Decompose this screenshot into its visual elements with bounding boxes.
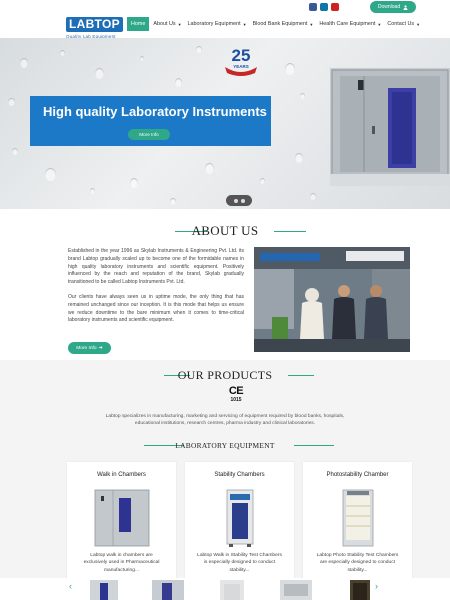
caret-down-icon: ▼ xyxy=(416,21,421,27)
about-title: ABOUT US xyxy=(191,223,259,238)
nav-health-label: Health Care Equipment xyxy=(319,21,376,27)
chevron-right-icon[interactable]: › xyxy=(375,581,378,591)
about-paragraph-1: Established in the year 1996 as Skylab I… xyxy=(68,248,244,286)
hero-slider: 25 YEARS High quality Laboratory Instrum… xyxy=(0,38,450,209)
card-desc-line: is especially designed to conduct xyxy=(203,560,276,566)
card-desc-line: Labtop Photo Stability Test Chambers xyxy=(316,553,399,558)
nav-lab-equipment[interactable]: Laboratory Equipment ▼ xyxy=(188,21,247,27)
carousel-thumbnail[interactable] xyxy=(84,578,124,600)
card-description: Labtop walk in chambers are exclusively … xyxy=(77,552,166,574)
card-title: Walk in Chambers xyxy=(97,472,146,478)
nav-contact-label: Contact Us xyxy=(387,21,415,27)
nav-about-label: About Us xyxy=(153,21,176,27)
chevron-left-icon[interactable]: ‹ xyxy=(69,581,72,591)
nav-home[interactable]: Home xyxy=(127,17,150,31)
divider xyxy=(274,231,306,232)
walk-in-chamber-image xyxy=(330,68,450,186)
divider xyxy=(288,375,314,376)
hero-more-info-button[interactable]: More Info xyxy=(128,129,170,140)
nav-blood-bank[interactable]: Blood Bank Equipment ▼ xyxy=(253,21,314,27)
card-desc-line: Labtop Walk in Stability Test Chambers xyxy=(197,553,282,558)
hero-title: High quality Laboratory Instruments xyxy=(43,104,267,119)
nav-about[interactable]: About Us ▼ xyxy=(153,21,181,27)
card-desc-line: Labtop walk in chambers are xyxy=(90,553,153,558)
caret-down-icon: ▼ xyxy=(242,21,247,27)
lab-equipment-title: LABORATORY EQUIPMENT xyxy=(175,441,275,450)
about-more-info-button[interactable]: More Info ➜ xyxy=(68,342,111,354)
about-paragraph-2: Our clients have always seen us in uptim… xyxy=(68,293,244,324)
card-desc-line: are especially designed to conduct xyxy=(319,560,396,566)
card-desc-line: manufacturing... xyxy=(103,567,140,573)
youtube-icon[interactable] xyxy=(331,3,339,11)
social-links xyxy=(309,3,339,11)
nav-blood-label: Blood Bank Equipment xyxy=(252,21,308,27)
about-more-info-label: More Info xyxy=(76,345,97,351)
slider-dot[interactable] xyxy=(240,198,245,203)
about-event-photo xyxy=(254,247,410,352)
card-title: Stability Chambers xyxy=(214,472,265,478)
card-description: Labtop Photo Stability Test Chambers are… xyxy=(313,552,402,574)
facebook-icon[interactable] xyxy=(309,3,317,11)
hero-more-info-label: More Info xyxy=(139,132,159,137)
anniversary-number: 25 xyxy=(232,46,251,65)
anniversary-word: YEARS xyxy=(233,64,249,69)
caret-down-icon: ▼ xyxy=(309,21,314,27)
slider-dot[interactable] xyxy=(233,198,238,203)
card-title: Photostability Chamber xyxy=(326,472,389,478)
arrow-right-icon: ➜ xyxy=(98,345,103,351)
carousel-thumbnail[interactable] xyxy=(212,578,252,600)
anniversary-badge: 25 YEARS xyxy=(225,46,257,76)
ce-mark: CE 1015 xyxy=(226,385,246,404)
nav-contact[interactable]: Contact Us ▼ xyxy=(387,21,420,27)
products-title: OUR PRODUCTS xyxy=(177,368,273,382)
product-carousel: ‹ › xyxy=(0,578,450,600)
stability-chamber-image xyxy=(226,489,254,547)
carousel-thumbnail[interactable] xyxy=(148,578,188,600)
labtop-logo[interactable]: LABTOP Quality Lab Equipment xyxy=(66,15,124,39)
nav-lab-label: Laboratory Equipment xyxy=(187,21,241,27)
main-nav: Home About Us ▼ Laboratory Equipment ▼ Blo… xyxy=(127,17,426,31)
card-desc-line: exclusively used in Pharmaceutical xyxy=(83,560,160,566)
slider-dots[interactable] xyxy=(226,195,252,206)
user-icon xyxy=(403,4,408,10)
photostability-chamber-image xyxy=(342,489,374,547)
walk-in-chamber-image xyxy=(94,489,150,547)
card-desc-line: stability... xyxy=(347,567,368,573)
logo-text: LABTOP xyxy=(66,17,123,32)
ce-mark-text: CE xyxy=(228,385,244,397)
card-description: Labtop Walk in Stability Test Chambers i… xyxy=(195,552,284,574)
nav-home-label: Home xyxy=(131,21,146,27)
products-description: Labtop specializes in manufacturing, mar… xyxy=(105,414,345,427)
ce-number: 1015 xyxy=(230,397,242,403)
caret-down-icon: ▼ xyxy=(377,21,382,27)
caret-down-icon: ▼ xyxy=(177,21,182,27)
carousel-thumbnail[interactable] xyxy=(340,578,380,600)
page: LABTOP Quality Lab Equipment Download Ho… xyxy=(0,0,450,600)
products-section: OUR PRODUCTS CE 1015 Labtop specializes … xyxy=(0,360,450,600)
about-text: Established in the year 1996 as Skylab I… xyxy=(68,248,244,325)
download-label: Download xyxy=(377,4,401,10)
divider xyxy=(294,445,334,446)
nav-health-care[interactable]: Health Care Equipment ▼ xyxy=(319,21,381,27)
carousel-thumbnail[interactable] xyxy=(276,578,316,600)
site-header: LABTOP Quality Lab Equipment Download Ho… xyxy=(0,0,450,39)
download-button[interactable]: Download xyxy=(370,1,416,13)
linkedin-icon[interactable] xyxy=(320,3,328,11)
card-desc-line: stability... xyxy=(229,567,250,573)
